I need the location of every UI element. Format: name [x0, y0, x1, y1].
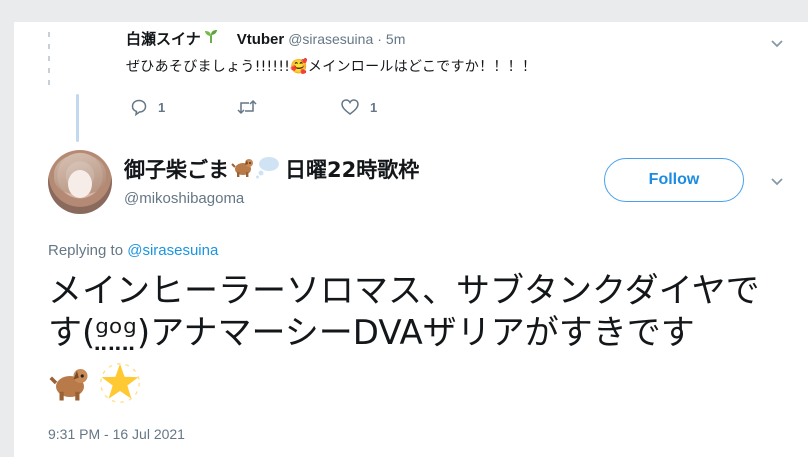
- parent-tweet-header: 白瀬スイナ Vtuber @sirasesuina · 5m: [126, 28, 405, 49]
- tweet-timestamp[interactable]: 9:31 PM - 16 Jul 2021: [48, 426, 185, 442]
- heart-icon: [340, 98, 360, 116]
- parent-separator: ·: [377, 31, 382, 47]
- dog-icon: [231, 155, 255, 184]
- thought-bubble-icon: [255, 155, 281, 184]
- main-chevron-down-icon[interactable]: [770, 174, 784, 188]
- like-button[interactable]: 1: [340, 98, 377, 116]
- retweet-icon: [236, 98, 258, 116]
- parent-timestamp[interactable]: 5m: [386, 31, 405, 47]
- thread-connector-line: [76, 94, 79, 142]
- replying-prefix: Replying to: [48, 242, 124, 259]
- reply-icon: [130, 98, 148, 116]
- retweet-button[interactable]: [236, 98, 340, 116]
- main-display-name-row[interactable]: 御子柴ごま 日曜22時歌枠: [124, 154, 419, 184]
- parent-chevron-down-icon[interactable]: [770, 36, 784, 50]
- glowing-star-icon: [98, 362, 142, 409]
- main-handle[interactable]: @mikoshibagoma: [124, 190, 244, 207]
- avatar[interactable]: [48, 150, 112, 214]
- replying-to: Replying to @sirasesuina: [48, 242, 218, 259]
- main-tweet-text: メインヒーラーソロマス、サブタンクダイヤです(ᵍ̤ᵒ̤ᵍ̤)アナマーシーDVAザ…: [48, 271, 760, 353]
- tweet-card: 白瀬スイナ Vtuber @sirasesuina · 5m ぜひあそびましょう…: [14, 22, 808, 457]
- follow-button[interactable]: Follow: [604, 158, 744, 202]
- main-display-name: 御子柴ごま: [124, 158, 229, 182]
- like-count: 1: [370, 99, 378, 115]
- parent-tweet-actions: 1 1: [130, 98, 377, 116]
- parent-tweet-text: ぜひあそびましょう!!!!!!🥰メインロールはどこですか！！！！: [126, 59, 537, 75]
- reply-count: 1: [158, 99, 166, 115]
- replying-to-link[interactable]: @sirasesuina: [127, 242, 218, 259]
- dog-icon: [48, 362, 92, 409]
- main-display-name-suffix: 日曜22時歌枠: [285, 158, 420, 182]
- parent-avatar-placeholder: [48, 32, 50, 90]
- parent-name-tag: Vtuber: [236, 31, 285, 48]
- reply-button[interactable]: 1: [130, 98, 236, 116]
- parent-handle[interactable]: @sirasesuina: [288, 31, 373, 47]
- main-tweet-emoji-row: [48, 362, 142, 409]
- parent-display-name[interactable]: 白瀬スイナ: [126, 28, 201, 49]
- sprout-icon: [203, 28, 219, 48]
